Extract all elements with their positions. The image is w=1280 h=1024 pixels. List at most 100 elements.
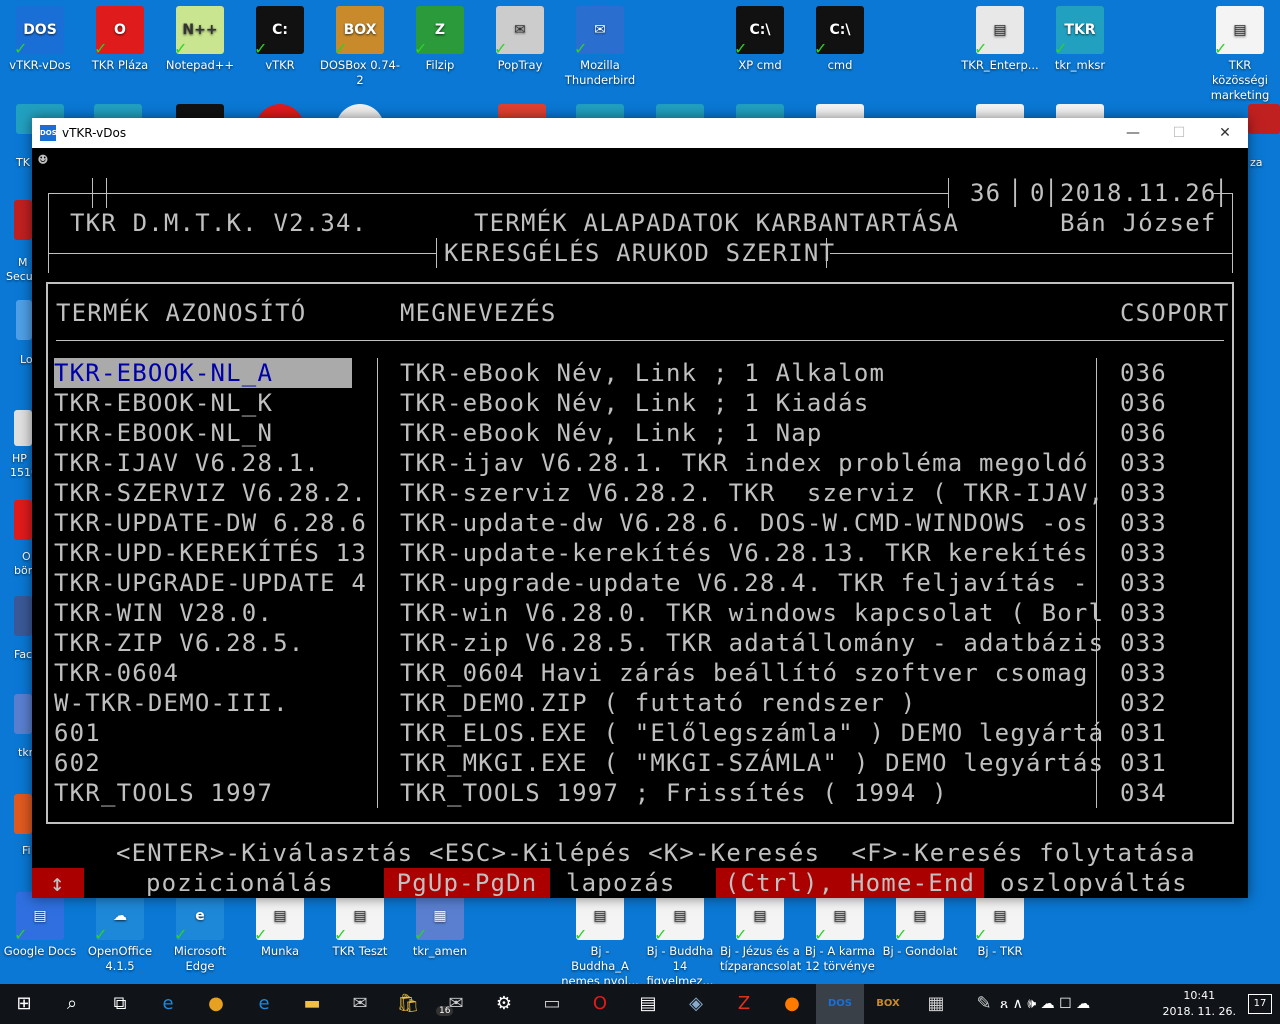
taskbar-app-icon[interactable]: ●	[192, 984, 240, 1024]
maximize-button[interactable]: ☐	[1156, 118, 1202, 148]
product-group: 033	[1120, 629, 1167, 657]
icon-label: Bj - Buddha 14 figyelmez...	[646, 944, 714, 988]
partial-icon-label[interactable]: Lo	[20, 353, 33, 366]
desktop_bottom_icons-icon-0[interactable]: ▤ ✓ Google Docs	[0, 892, 80, 959]
partial-icon-label[interactable]: Fi	[22, 844, 31, 857]
taskbar-app-icon[interactable]: ⚙	[480, 984, 528, 1024]
product-id[interactable]: 602	[54, 748, 101, 778]
desktop_bottom_icons-icon-9[interactable]: ▤ ✓ Bj - A karma 12 törvénye	[800, 892, 880, 974]
icon-label: TKR Pláza	[91, 58, 149, 72]
taskbar-app-icon[interactable]: 🛍	[384, 984, 432, 1024]
partial-app-icon[interactable]	[14, 500, 32, 540]
partial-icon-label[interactable]: HP	[12, 452, 27, 465]
help-line: <ENTER>-Kiválasztás <ESC>-Kilépés <K>-Ke…	[116, 839, 1196, 867]
partial-app-icon[interactable]	[14, 596, 32, 636]
partial-icon-label[interactable]: Fac	[14, 648, 32, 661]
desktop_bottom_icons-icon-6[interactable]: ▤ ✓ Bj - Buddha_A nemes nyol...	[560, 892, 640, 989]
desktop_top_icons-icon-1[interactable]: O ✓ TKR Pláza	[80, 6, 160, 73]
partial-icon-label[interactable]: TK	[16, 156, 30, 169]
desktop_top_icons-icon-11[interactable]: TKR ✓ tkr_mksr	[1040, 6, 1120, 73]
desktop_top_icons-icon-0[interactable]: DOS ✓ vTKR-vDos	[0, 6, 80, 73]
desktop_top_icons-icon-2[interactable]: N++ ✓ Notepad++	[160, 6, 240, 73]
taskbar-app-icon[interactable]: ▤	[624, 984, 672, 1024]
partial-icon-label[interactable]: za	[1250, 156, 1263, 169]
taskbar-app-icon[interactable]: e	[240, 984, 288, 1024]
taskbar-app-icon[interactable]: Z	[720, 984, 768, 1024]
desktop_bottom_icons-icon-8[interactable]: ▤ ✓ Bj - Jézus és a tízparancsolat	[720, 892, 801, 974]
desktop_top_icons-icon-7[interactable]: ✉ ✓ Mozilla Thunderbird	[560, 6, 640, 88]
desktop_bottom_icons-icon-5[interactable]: ▦ ✓ tkr_amen	[400, 892, 480, 959]
key-arrow-desc: pozicionálás	[146, 869, 334, 897]
notification-button[interactable]: 17	[1248, 994, 1272, 1014]
product-id[interactable]: TKR-SZERVIZ V6.28.2.	[54, 478, 367, 508]
minimize-button[interactable]: —	[1110, 118, 1156, 148]
clock[interactable]: 10:41 2018. 11. 26.	[1163, 988, 1236, 1020]
product-id[interactable]: W-TKR-DEMO-III.	[54, 688, 289, 718]
desktop_bottom_icons-icon-10[interactable]: ▤ ✓ Bj - Gondolat	[880, 892, 960, 959]
taskbar-app-icon[interactable]: ◈	[672, 984, 720, 1024]
partial-app-icon[interactable]	[14, 200, 32, 240]
clock-time: 10:41	[1183, 989, 1216, 1002]
taskbar-app-icon[interactable]: ▦	[912, 984, 960, 1024]
taskbar-app-icon[interactable]: ✉	[432, 984, 480, 1024]
close-button[interactable]: ✕	[1202, 118, 1248, 148]
desktop_bottom_icons-icon-3[interactable]: ▤ ✓ Munka	[240, 892, 320, 959]
desktop_top_icons-icon-5[interactable]: Z ✓ Filzip	[400, 6, 480, 73]
partial-icon-label[interactable]: Secu	[6, 270, 33, 283]
taskbar-app-icon[interactable]: O	[576, 984, 624, 1024]
product-id[interactable]: 601	[54, 718, 101, 748]
product-id[interactable]: TKR-EBOOK-NL_A	[54, 358, 352, 388]
partial-icon-label[interactable]: M	[18, 256, 28, 269]
desktop_bottom_icons-icon-1[interactable]: ☁ ✓ OpenOffice 4.1.5	[80, 892, 160, 974]
taskbar-app-icon[interactable]: ▭	[528, 984, 576, 1024]
partial-app-icon[interactable]	[16, 300, 32, 340]
desktop_top_icons-icon-9[interactable]: C:\ ✓ cmd	[800, 6, 880, 73]
desktop_bottom_icons-icon-4[interactable]: ▤ ✓ TKR Teszt	[320, 892, 400, 959]
desktop_top_icons-icon-10[interactable]: ▤ ✓ TKR_Enterp...	[960, 6, 1040, 73]
desktop_top_icons-icon-3[interactable]: C: ✓ vTKR	[240, 6, 320, 73]
product-id[interactable]: TKR-UPGRADE-UPDATE 4	[54, 568, 367, 598]
product-id[interactable]: TKR-UPD-KEREKÍTÉS 13	[54, 538, 367, 568]
taskbar-app-icon[interactable]: ●	[768, 984, 816, 1024]
product-id[interactable]: TKR-0604	[54, 658, 179, 688]
partial-icon-label[interactable]: tkr	[18, 746, 33, 759]
title-bar[interactable]: DOS vTKR-vDos — ☐ ✕	[32, 118, 1248, 148]
partial-icon-label[interactable]: O	[22, 550, 31, 563]
sync-check-icon: ✓	[574, 925, 588, 944]
partial-app-icon[interactable]	[14, 794, 32, 834]
desktop_top_icons-icon-12[interactable]: ▤ ✓ TKR közösségi marketing	[1200, 6, 1280, 103]
partial-app-icon[interactable]	[1248, 104, 1280, 134]
product-name: TKR_TOOLS 1997 ; Frissítés ( 1994 )	[400, 779, 948, 807]
desktop_top_icons-icon-4[interactable]: BOX ✓ DOSBox 0.74-2	[320, 6, 400, 88]
system-tray[interactable]: ጸ ∧ 🕪 ☁ ☐ ☁	[1000, 984, 1090, 1024]
sync-check-icon: ✓	[254, 39, 268, 58]
taskbar-app-icon[interactable]: e	[144, 984, 192, 1024]
taskbar-app-icon[interactable]: ▬	[288, 984, 336, 1024]
product-id[interactable]: TKR-WIN V28.0.	[54, 598, 273, 628]
desktop_top_icons-icon-8[interactable]: C:\ ✓ XP cmd	[720, 6, 800, 73]
desktop_bottom_icons-icon-11[interactable]: ▤ ✓ Bj - TKR	[960, 892, 1040, 959]
product-id[interactable]: TKR_TOOLS 1997	[54, 778, 273, 808]
product-id[interactable]: TKR-UPDATE-DW 6.28.6	[54, 508, 367, 538]
product-group: 036	[1120, 419, 1167, 447]
taskbar-app-icon[interactable]: ⧉	[96, 984, 144, 1024]
product-id[interactable]: TKR-EBOOK-NL_N	[54, 418, 273, 448]
key-arrow-badge: ↕	[32, 868, 84, 898]
product-id[interactable]: TKR-EBOOK-NL_K	[54, 388, 273, 418]
desktop_bottom_icons-icon-2[interactable]: e ✓ Microsoft Edge	[160, 892, 240, 974]
icon-label: Bj - TKR	[977, 944, 1023, 958]
dos-terminal[interactable]: ☻ 36 │ 0 │ 2018.11.26 │ TKR D.M.T.K. V2.…	[32, 148, 1248, 898]
desktop_bottom_icons-icon-7[interactable]: ▤ ✓ Bj - Buddha 14 figyelmez...	[640, 892, 720, 989]
taskbar-app-icon[interactable]: ⌕	[48, 984, 96, 1024]
desktop_top_icons-icon-6[interactable]: ✉ ✓ PopTray	[480, 6, 560, 73]
taskbar-app-icon[interactable]: BOX	[864, 984, 912, 1024]
partial-app-icon[interactable]	[14, 694, 32, 734]
product-group: 031	[1120, 749, 1167, 777]
partial-app-icon[interactable]	[14, 410, 32, 446]
taskbar-app-icon[interactable]: ✉	[336, 984, 384, 1024]
app-name: TKR D.M.T.K. V2.34.	[70, 209, 368, 237]
product-id[interactable]: TKR-ZIP V6.28.5.	[54, 628, 304, 658]
taskbar-app-icon[interactable]: DOS	[816, 984, 864, 1024]
product-id[interactable]: TKR-IJAV V6.28.1.	[54, 448, 320, 478]
taskbar-app-icon[interactable]: ⊞	[0, 984, 48, 1024]
